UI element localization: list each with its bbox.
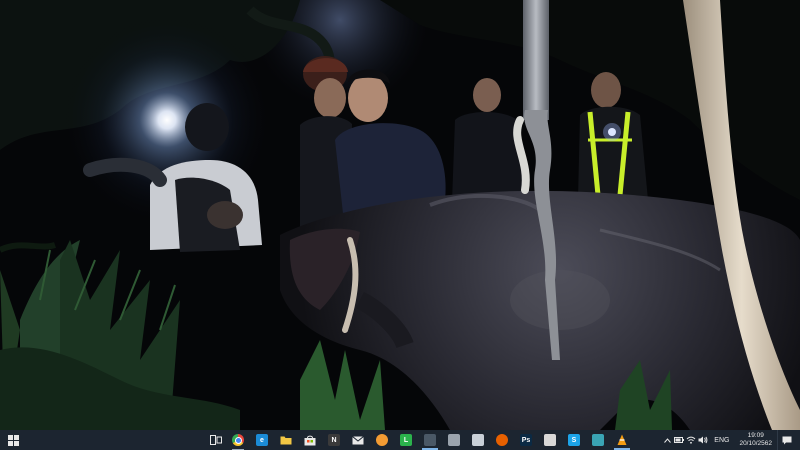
taskbar-app-file-explorer[interactable]	[274, 430, 298, 450]
firefox-icon	[496, 434, 508, 446]
language-indicator[interactable]: ENG	[714, 437, 729, 444]
taskbar-app-chrome[interactable]	[226, 430, 250, 450]
edge-icon: e	[256, 434, 268, 446]
taskbar-app-line[interactable]: L	[394, 430, 418, 450]
taskbar-app-orange-app[interactable]	[370, 430, 394, 450]
taskbar-empty-area	[26, 430, 206, 450]
notification-icon	[782, 436, 792, 444]
show-desktop-button[interactable]	[796, 430, 800, 450]
line-icon: L	[400, 434, 412, 446]
clock-time: 19:09	[747, 432, 764, 439]
action-center-button[interactable]	[777, 430, 796, 450]
wifi-icon[interactable]	[685, 430, 697, 450]
orange-circle-icon	[376, 434, 388, 446]
bird-app-icon	[472, 434, 484, 446]
taskbar-app-vlc[interactable]	[610, 430, 634, 450]
desktop-wallpaper	[0, 0, 800, 430]
windows-logo-icon	[7, 434, 19, 446]
volume-icon[interactable]	[697, 430, 709, 450]
battery-icon[interactable]	[673, 430, 685, 450]
start-button[interactable]	[0, 430, 26, 450]
clock-date: 20/10/2562	[739, 440, 772, 447]
skype-icon: S	[568, 434, 580, 446]
taskbar-app-mail[interactable]	[346, 430, 370, 450]
gray-app-icon	[448, 434, 460, 446]
taskbar-app-app-n[interactable]: N	[322, 430, 346, 450]
folder-icon	[280, 434, 292, 446]
desktop: e N L Ps S ENG 19:09 20/10/2562	[0, 0, 800, 450]
pinned-apps: e N L Ps S	[226, 430, 634, 450]
chevron-up-icon[interactable]	[661, 430, 673, 450]
teal-app-icon	[592, 434, 604, 446]
taskbar-app-store[interactable]	[298, 430, 322, 450]
n-app-icon: N	[328, 434, 340, 446]
taskbar-app-app-white[interactable]	[538, 430, 562, 450]
taskbar-app-app-teal[interactable]	[586, 430, 610, 450]
media-icon	[424, 434, 436, 446]
taskbar-app-app-bird[interactable]	[466, 430, 490, 450]
taskbar-app-skype[interactable]: S	[562, 430, 586, 450]
system-tray: ENG 19:09 20/10/2562	[661, 430, 800, 450]
store-icon	[304, 434, 316, 446]
mail-icon	[352, 434, 364, 446]
tool-app-icon	[544, 434, 556, 446]
taskbar: e N L Ps S ENG 19:09 20/10/2562	[0, 430, 800, 450]
task-view-button[interactable]	[206, 430, 226, 450]
taskbar-app-edge[interactable]: e	[250, 430, 274, 450]
taskbar-app-firefox[interactable]	[490, 430, 514, 450]
taskbar-app-photoshop[interactable]: Ps	[514, 430, 538, 450]
photoshop-icon: Ps	[520, 434, 532, 446]
taskbar-app-app-gray[interactable]	[442, 430, 466, 450]
taskbar-app-media-app[interactable]	[418, 430, 442, 450]
task-view-icon	[210, 435, 222, 445]
clock[interactable]: 19:09 20/10/2562	[739, 432, 772, 448]
chrome-icon	[232, 434, 244, 446]
vlc-cone-icon	[616, 434, 628, 446]
